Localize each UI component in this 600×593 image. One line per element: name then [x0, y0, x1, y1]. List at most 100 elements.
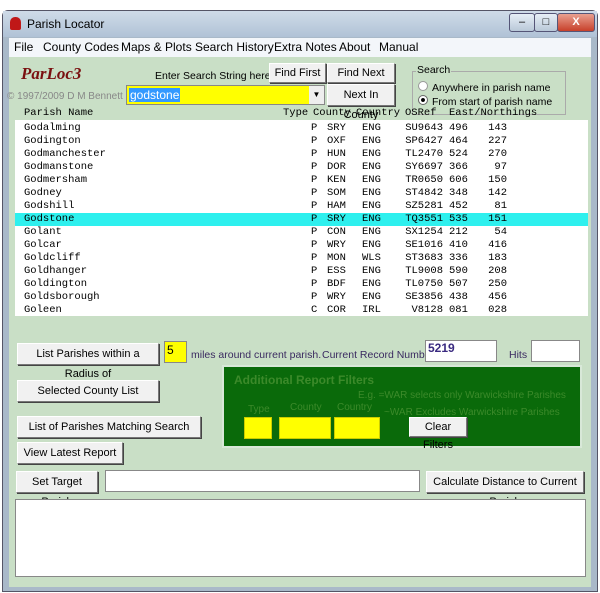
- country-filter-input[interactable]: [334, 417, 380, 439]
- cell-county: ESS: [327, 265, 346, 277]
- table-row[interactable]: Godington P OXF ENG SP6427 464 227: [15, 135, 588, 148]
- cell-north: 150: [488, 174, 507, 186]
- cell-county: DOR: [327, 161, 346, 173]
- cell-county: SRY: [327, 122, 346, 134]
- table-row[interactable]: Godmanchester P HUN ENG TL2470 524 270: [15, 148, 588, 161]
- hits-field[interactable]: [531, 340, 580, 362]
- radius-input[interactable]: 5: [164, 341, 187, 363]
- cell-name: Goldcliff: [24, 252, 81, 264]
- cell-type: P: [311, 135, 318, 147]
- cell-north: 208: [488, 265, 507, 277]
- chevron-down-icon[interactable]: ▼: [309, 86, 324, 104]
- table-row[interactable]: Goldcliff P MON WLS ST3683 336 183: [15, 252, 588, 265]
- header-county: County: [313, 107, 351, 119]
- cell-osref: TL9008: [405, 265, 443, 277]
- cell-county: WRY: [327, 239, 346, 251]
- search-input[interactable]: godstone: [129, 88, 181, 102]
- cell-country: ENG: [362, 161, 381, 173]
- menu-extra-notes[interactable]: Extra Notes: [274, 40, 337, 54]
- cell-country: IRL: [362, 304, 381, 316]
- menu-bar: File County Codes Maps & Plots Search Hi…: [9, 38, 591, 57]
- table-row[interactable]: Goldhanger P ESS ENG TL9008 590 208: [15, 265, 588, 278]
- cell-country: ENG: [362, 278, 381, 290]
- cell-country: ENG: [362, 148, 381, 160]
- selected-county-list-button[interactable]: Selected County List: [17, 380, 159, 402]
- cell-county: CON: [327, 226, 346, 238]
- calculate-distance-button[interactable]: Calculate Distance to Current Parish: [426, 471, 584, 508]
- list-radius-button[interactable]: List Parishes within a Radius of: [17, 343, 159, 380]
- table-row[interactable]: Godshill P HAM ENG SZ5281 452 81: [15, 200, 588, 213]
- next-in-county-button[interactable]: Next In County: [327, 84, 395, 121]
- radio-label: Anywhere in parish name: [432, 82, 551, 94]
- list-header: Parish Name Type County Country OSRef Ea…: [9, 107, 589, 119]
- table-row[interactable]: Goldington P BDF ENG TL0750 507 250: [15, 278, 588, 291]
- cell-type: P: [311, 161, 318, 173]
- table-row[interactable]: Goleen C COR IRL V8128 081 028: [15, 304, 588, 317]
- cell-osref: SZ5281: [405, 200, 443, 212]
- cell-north: 028: [488, 304, 507, 316]
- find-first-button[interactable]: Find First: [269, 63, 326, 83]
- cell-type: P: [311, 278, 318, 290]
- table-row[interactable]: Godney P SOM ENG ST4842 348 142: [15, 187, 588, 200]
- county-filter-input[interactable]: [279, 417, 331, 439]
- table-row[interactable]: Golcar P WRY ENG SE1016 410 416: [15, 239, 588, 252]
- cell-name: Godmanstone: [24, 161, 94, 173]
- table-row[interactable]: Goldsborough P WRY ENG SE3856 438 456: [15, 291, 588, 304]
- window-title: Parish Locator: [27, 17, 105, 31]
- radio-anywhere[interactable]: Anywhere in parish name: [418, 81, 550, 94]
- cell-north: 81: [494, 200, 507, 212]
- cell-county: HUN: [327, 148, 346, 160]
- menu-maps-plots[interactable]: Maps & Plots: [121, 40, 192, 54]
- target-parish-field[interactable]: [105, 470, 420, 492]
- menu-county-codes[interactable]: County Codes: [43, 40, 119, 54]
- cell-east: 438: [449, 291, 468, 303]
- close-button[interactable]: X: [557, 13, 595, 32]
- table-row[interactable]: Godstone P SRY ENG TQ3551 535 151: [15, 213, 588, 226]
- cell-osref: TQ3551: [405, 213, 443, 225]
- cell-osref: TR0650: [405, 174, 443, 186]
- cell-north: 227: [488, 135, 507, 147]
- cell-county: COR: [327, 304, 346, 316]
- copyright: © 1997/2009 D M Bennett: [7, 91, 123, 102]
- cell-country: ENG: [362, 239, 381, 251]
- table-row[interactable]: Golant P CON ENG SX1254 212 54: [15, 226, 588, 239]
- parish-list[interactable]: Godalming P SRY ENG SU9643 496 143 Godington P OX…: [15, 120, 588, 316]
- cell-type: P: [311, 213, 318, 225]
- menu-manual[interactable]: Manual: [379, 40, 418, 54]
- cell-country: ENG: [362, 265, 381, 277]
- cell-osref: SY6697: [405, 161, 443, 173]
- type-filter-label: Type: [248, 404, 270, 415]
- cell-east: 464: [449, 135, 468, 147]
- hits-label: Hits: [509, 349, 528, 361]
- view-latest-report-button[interactable]: View Latest Report: [17, 442, 123, 464]
- report-output-area[interactable]: [15, 499, 586, 577]
- header-parish-name: Parish Name: [24, 107, 94, 119]
- cell-name: Godney: [24, 187, 62, 199]
- minimize-button[interactable]: –: [509, 13, 535, 32]
- cell-country: ENG: [362, 291, 381, 303]
- cell-east: 496: [449, 122, 468, 134]
- cell-county: KEN: [327, 174, 346, 186]
- find-next-button[interactable]: Find Next: [327, 63, 395, 83]
- cell-type: P: [311, 239, 318, 251]
- menu-file[interactable]: File: [14, 40, 33, 54]
- radio-checked-icon: [418, 95, 428, 105]
- menu-about[interactable]: About: [339, 40, 370, 54]
- cell-east: 452: [449, 200, 468, 212]
- search-combobox[interactable]: godstone ▼: [126, 85, 325, 105]
- record-number-field[interactable]: 5219: [425, 340, 497, 362]
- clear-filters-button[interactable]: Clear Filters: [409, 417, 467, 451]
- table-row[interactable]: Godalming P SRY ENG SU9643 496 143: [15, 122, 588, 135]
- cell-osref: SE3856: [405, 291, 443, 303]
- search-group-label: Search: [416, 64, 452, 76]
- type-filter-input[interactable]: [244, 417, 272, 439]
- table-row[interactable]: Godmanstone P DOR ENG SY6697 366 97: [15, 161, 588, 174]
- menu-search-history[interactable]: Search History: [195, 40, 274, 54]
- table-row[interactable]: Godmersham P KEN ENG TR0650 606 150: [15, 174, 588, 187]
- matching-parishes-button[interactable]: List of Parishes Matching Search String: [17, 416, 201, 453]
- set-target-parish-button[interactable]: Set Target Parish: [16, 471, 98, 508]
- cell-north: 97: [494, 161, 507, 173]
- cell-east: 336: [449, 252, 468, 264]
- maximize-button[interactable]: □: [534, 13, 558, 32]
- header-country: Country: [356, 107, 401, 119]
